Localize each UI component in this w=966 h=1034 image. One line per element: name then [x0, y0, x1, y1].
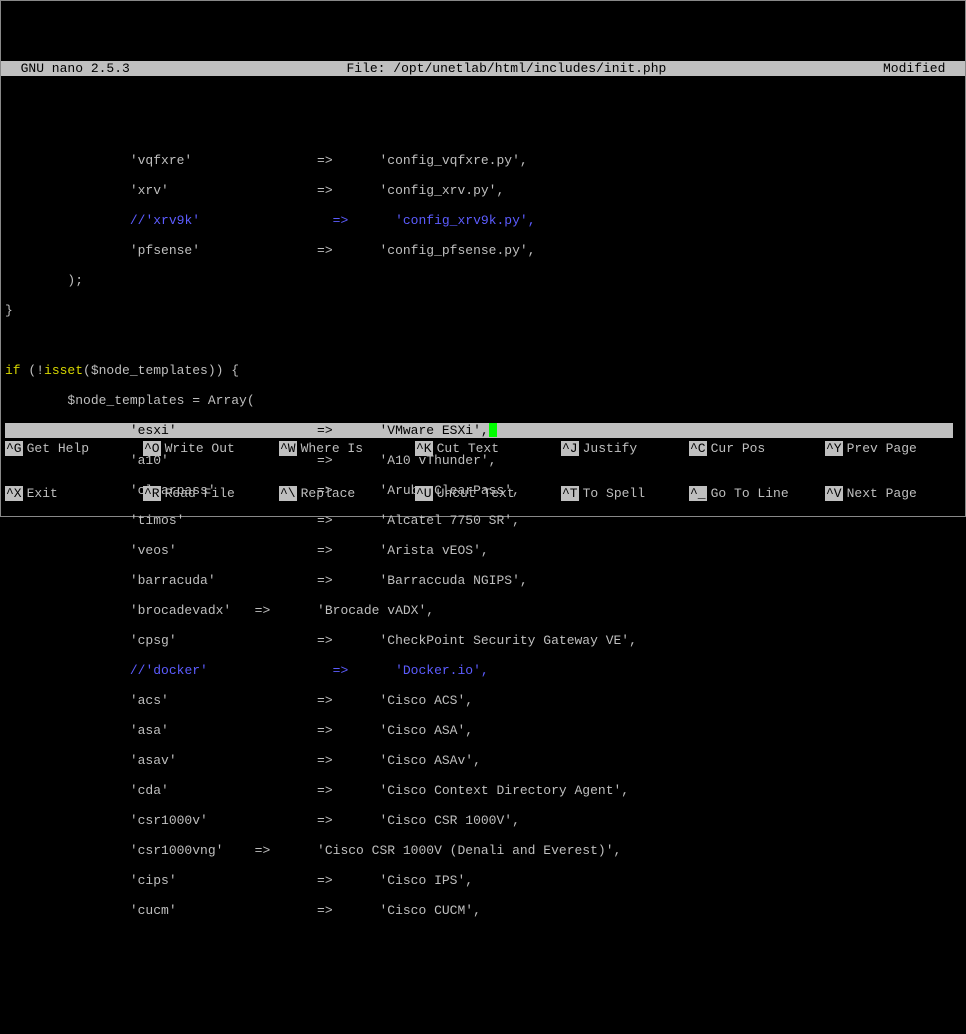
code-line: $node_templates = Array(: [5, 393, 961, 408]
code-line: 'cpsg' => 'CheckPoint Security Gateway V…: [5, 633, 961, 648]
key-label: ^\: [279, 486, 297, 501]
code-line: 'brocadevadx' => 'Brocade vADX',: [5, 603, 961, 618]
shortcut-write-out[interactable]: ^OWrite Out: [143, 441, 279, 456]
app-name: GNU nano 2.5.3: [5, 61, 130, 76]
key-label: ^J: [561, 441, 579, 456]
action-label: Get Help: [23, 441, 89, 456]
code-line: 'cda' => 'Cisco Context Directory Agent'…: [5, 783, 961, 798]
code-line: 'veos' => 'Arista vEOS',: [5, 543, 961, 558]
action-label: Exit: [23, 486, 58, 501]
editor-area[interactable]: 'vqfxre' => 'config_vqfxre.py', 'xrv' =>…: [1, 106, 965, 933]
shortcut-replace[interactable]: ^\Replace: [279, 486, 415, 501]
code-line: 'acs' => 'Cisco ACS',: [5, 693, 961, 708]
code-line: 'asa' => 'Cisco ASA',: [5, 723, 961, 738]
key-label: ^V: [825, 486, 843, 501]
key-label: ^_: [689, 486, 707, 501]
shortcut-cur-pos[interactable]: ^CCur Pos: [689, 441, 825, 456]
code-line: 'vqfxre' => 'config_vqfxre.py',: [5, 153, 961, 168]
file-path: File: /opt/unetlab/html/includes/init.ph…: [130, 61, 883, 76]
code-text: ($node_templates)) {: [83, 363, 239, 378]
action-label: Cut Text: [433, 441, 499, 456]
code-line: 'csr1000v' => 'Cisco CSR 1000V',: [5, 813, 961, 828]
action-label: Uncut Text: [433, 486, 515, 501]
key-label: ^Y: [825, 441, 843, 456]
key-label: ^R: [143, 486, 161, 501]
shortcut-exit[interactable]: ^XExit: [5, 486, 143, 501]
action-label: To Spell: [579, 486, 645, 501]
shortcut-row-2: ^XExit ^RRead File ^\Replace ^UUncut Tex…: [5, 486, 961, 501]
key-label: ^O: [143, 441, 161, 456]
action-label: Next Page: [843, 486, 917, 501]
code-line: 'asav' => 'Cisco ASAv',: [5, 753, 961, 768]
action-label: Go To Line: [707, 486, 789, 501]
shortcut-bar: ^GGet Help ^OWrite Out ^WWhere Is ^KCut …: [1, 411, 965, 516]
action-label: Read File: [161, 486, 235, 501]
comment-slashes: //: [5, 663, 145, 678]
action-label: Where Is: [297, 441, 363, 456]
code-line: [5, 123, 961, 138]
shortcut-read-file[interactable]: ^RRead File: [143, 486, 279, 501]
code-text: (!: [21, 363, 44, 378]
key-label: ^K: [415, 441, 433, 456]
code-line: 'csr1000vng' => 'Cisco CSR 1000V (Denali…: [5, 843, 961, 858]
key-label: ^W: [279, 441, 297, 456]
shortcut-row-1: ^GGet Help ^OWrite Out ^WWhere Is ^KCut …: [5, 441, 961, 456]
code-line: );: [5, 273, 961, 288]
shortcut-get-help[interactable]: ^GGet Help: [5, 441, 143, 456]
shortcut-prev-page[interactable]: ^YPrev Page: [825, 441, 917, 456]
code-line: 'cips' => 'Cisco IPS',: [5, 873, 961, 888]
keyword-if: if: [5, 363, 21, 378]
action-label: Prev Page: [843, 441, 917, 456]
title-bar: GNU nano 2.5.3 File: /opt/unetlab/html/i…: [1, 61, 965, 76]
code-line: [5, 333, 961, 348]
shortcut-go-to-line[interactable]: ^_Go To Line: [689, 486, 825, 501]
action-label: Justify: [579, 441, 638, 456]
comment-slashes: //: [5, 213, 145, 228]
code-line: if (!isset($node_templates)) {: [5, 363, 961, 378]
action-label: Replace: [297, 486, 356, 501]
shortcut-cut-text[interactable]: ^KCut Text: [415, 441, 561, 456]
keyword-isset: isset: [44, 363, 83, 378]
key-label: ^U: [415, 486, 433, 501]
code-line: //'xrv9k' => 'config_xrv9k.py',: [5, 213, 961, 228]
code-line: }: [5, 303, 961, 318]
key-label: ^C: [689, 441, 707, 456]
key-label: ^X: [5, 486, 23, 501]
shortcut-next-page[interactable]: ^VNext Page: [825, 486, 917, 501]
code-line: 'cucm' => 'Cisco CUCM',: [5, 903, 961, 918]
commented-code: 'docker' => 'Docker.io',: [145, 663, 488, 678]
code-line: //'docker' => 'Docker.io',: [5, 663, 961, 678]
key-label: ^G: [5, 441, 23, 456]
action-label: Cur Pos: [707, 441, 766, 456]
action-label: Write Out: [161, 441, 235, 456]
shortcut-where-is[interactable]: ^WWhere Is: [279, 441, 415, 456]
code-line: 'xrv' => 'config_xrv.py',: [5, 183, 961, 198]
modified-status: Modified: [883, 61, 961, 76]
code-line: 'barracuda' => 'Barraccuda NGIPS',: [5, 573, 961, 588]
shortcut-justify[interactable]: ^JJustify: [561, 441, 689, 456]
shortcut-uncut-text[interactable]: ^UUncut Text: [415, 486, 561, 501]
key-label: ^T: [561, 486, 579, 501]
code-line: 'pfsense' => 'config_pfsense.py',: [5, 243, 961, 258]
commented-code: 'xrv9k' => 'config_xrv9k.py',: [145, 213, 535, 228]
shortcut-to-spell[interactable]: ^TTo Spell: [561, 486, 689, 501]
